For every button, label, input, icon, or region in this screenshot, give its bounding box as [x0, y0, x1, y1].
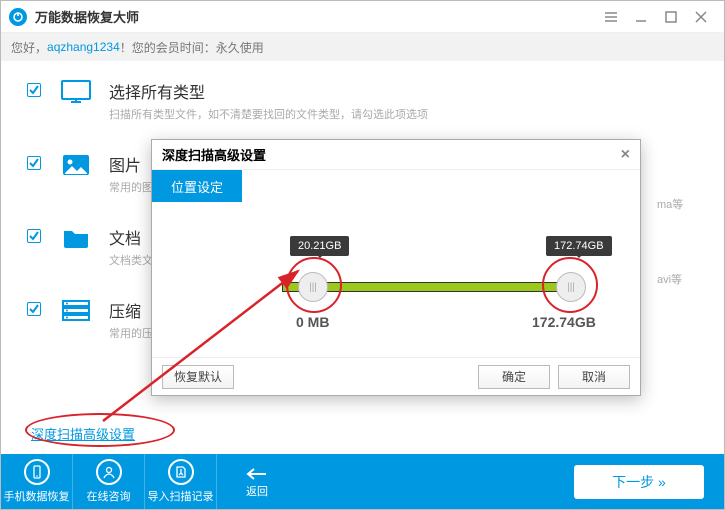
truncated-suffix: ma等	[657, 196, 683, 212]
left-value-bubble: 20.21GB	[290, 236, 349, 256]
row-title: 图片	[109, 152, 153, 176]
maximize-button[interactable]	[656, 2, 686, 32]
app-title: 万能数据恢复大师	[35, 7, 596, 26]
bottom-bar: 手机数据恢复 在线咨询 导入扫描记录 返回 下一步 »	[1, 454, 724, 509]
import-scan-button[interactable]: 导入扫描记录	[145, 454, 217, 509]
monitor-icon	[59, 79, 93, 105]
filetype-row-all[interactable]: 选择所有类型 扫描所有类型文件，如不清楚要找回的文件类型，请勾选此项选项	[27, 79, 698, 122]
range-handle-right[interactable]: |||	[556, 272, 586, 302]
deep-scan-dialog: 深度扫描高级设置 × 位置设定 20.21GB 172.74GB ||| |||…	[151, 139, 641, 396]
checkbox[interactable]	[27, 302, 41, 316]
membership-text: ！您的会员时间：永久使用	[120, 39, 264, 56]
row-title: 压缩	[109, 298, 153, 322]
username-text: aqzhang1234	[47, 40, 120, 54]
dialog-tabbar: 位置设定	[152, 170, 640, 202]
dialog-body: 20.21GB 172.74GB ||| ||| 0 MB 172.74GB	[152, 202, 640, 357]
back-button[interactable]: 返回	[227, 454, 287, 509]
checkbox[interactable]	[27, 83, 41, 97]
row-desc: 文档类文	[109, 252, 153, 268]
restore-default-button[interactable]: 恢复默认	[162, 365, 234, 389]
import-icon	[168, 459, 194, 485]
user-info-bar: 您好， aqzhang1234 ！您的会员时间：永久使用	[1, 33, 724, 61]
online-chat-button[interactable]: 在线咨询	[73, 454, 145, 509]
folder-icon	[59, 225, 93, 251]
row-title: 文档	[109, 225, 153, 249]
dialog-close-icon[interactable]: ×	[621, 146, 630, 164]
right-value-bubble: 172.74GB	[546, 236, 612, 256]
checkbox[interactable]	[27, 229, 41, 243]
phone-recovery-button[interactable]: 手机数据恢复	[1, 454, 73, 509]
app-logo	[9, 8, 27, 26]
checkbox[interactable]	[27, 156, 41, 170]
minimize-button[interactable]	[626, 2, 656, 32]
range-handle-left[interactable]: |||	[298, 272, 328, 302]
label: 导入扫描记录	[148, 488, 214, 504]
dialog-titlebar: 深度扫描高级设置 ×	[152, 140, 640, 170]
label: 手机数据恢复	[4, 488, 70, 504]
range-min-label: 0 MB	[296, 314, 329, 330]
label: 返回	[246, 483, 268, 499]
cancel-button[interactable]: 取消	[558, 365, 630, 389]
row-title: 选择所有类型	[109, 79, 428, 103]
close-button[interactable]	[686, 2, 716, 32]
dialog-title: 深度扫描高级设置	[162, 145, 266, 164]
tab-position[interactable]: 位置设定	[152, 170, 242, 202]
phone-icon	[24, 459, 50, 485]
greet-text: 您好，	[11, 39, 47, 56]
label: 在线咨询	[87, 488, 131, 504]
dialog-footer: 恢复默认 确定 取消	[152, 357, 640, 395]
ok-button[interactable]: 确定	[478, 365, 550, 389]
menu-button[interactable]	[596, 2, 626, 32]
archive-icon	[59, 298, 93, 324]
title-bar: 万能数据恢复大师	[1, 1, 724, 33]
deep-scan-settings-link[interactable]: 深度扫描高级设置	[31, 424, 135, 443]
row-desc: 扫描所有类型文件，如不清楚要找回的文件类型，请勾选此项选项	[109, 106, 428, 122]
truncated-suffix: avi等	[657, 271, 682, 287]
image-icon	[59, 152, 93, 178]
range-max-label: 172.74GB	[532, 314, 596, 330]
next-button[interactable]: 下一步 »	[574, 465, 704, 499]
row-desc: 常用的图	[109, 179, 153, 195]
row-desc: 常用的压	[109, 325, 153, 341]
headset-icon	[96, 459, 122, 485]
